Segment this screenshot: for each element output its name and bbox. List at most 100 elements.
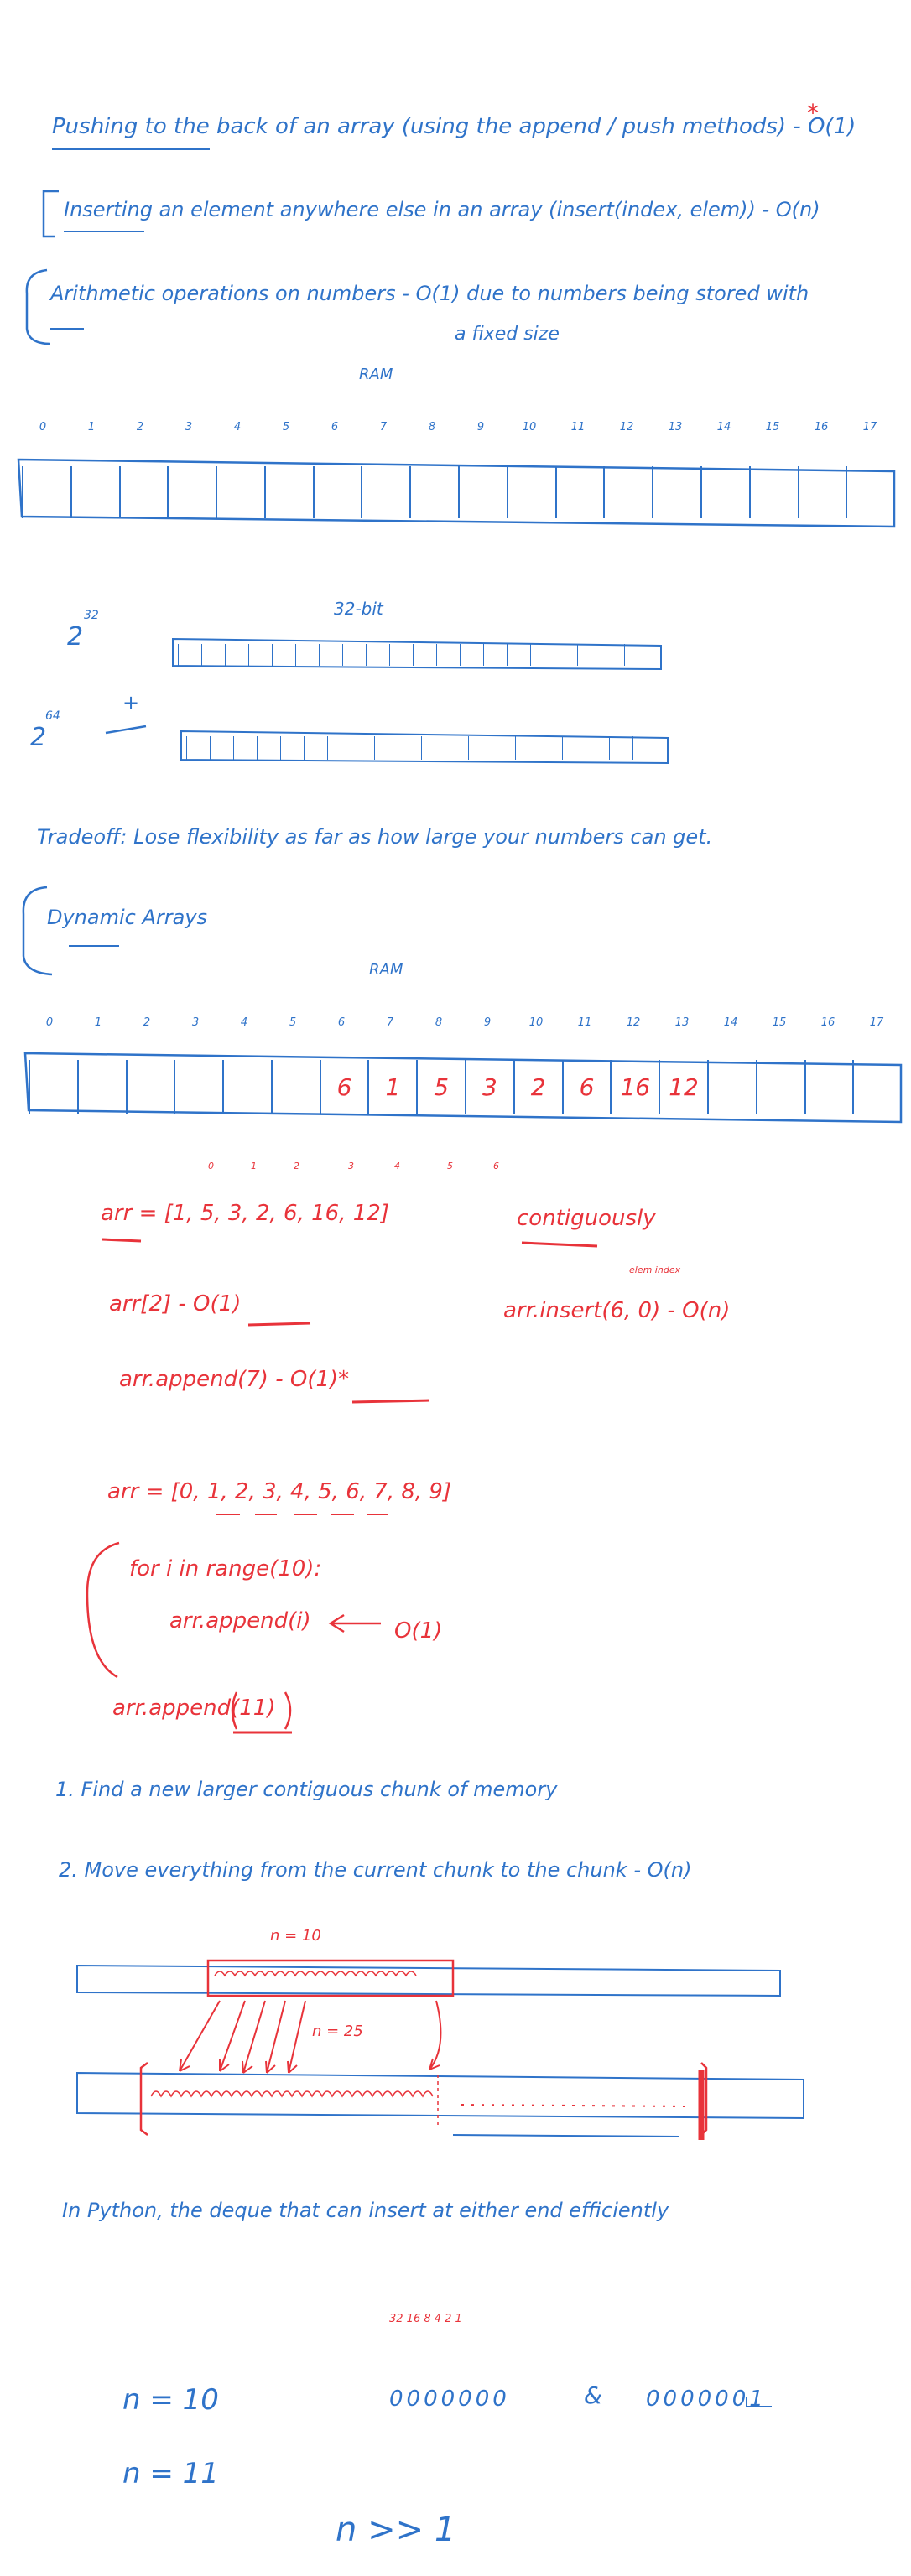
bit-cell xyxy=(492,736,515,760)
step-1: 1. Find a new larger contiguous chunk of… xyxy=(55,1778,558,1801)
chunk-n25: n = 25 xyxy=(312,2023,363,2040)
bit-cell xyxy=(554,644,577,666)
ram-index: 1 xyxy=(94,1016,102,1029)
ram-index: 9 xyxy=(476,421,485,434)
bit-cell xyxy=(530,644,554,666)
bit-label: 32-bit xyxy=(334,599,383,619)
arr-append7: arr.append(7) - O(1)* xyxy=(119,1367,350,1392)
bit-cell xyxy=(445,736,468,760)
ram-index: 14 xyxy=(716,421,731,434)
memory-cell xyxy=(361,466,409,518)
memory-cell xyxy=(222,1060,271,1114)
ram1-cells xyxy=(22,466,894,518)
arr-access: arr[2] - O(1) xyxy=(109,1291,242,1317)
bit64-cells xyxy=(186,736,656,760)
ram1-index-row: 0 1 2 3 4 5 6 7 8 9 10 11 12 13 14 15 16 17 xyxy=(18,421,894,434)
loop-cost: O(1) xyxy=(394,1618,443,1644)
memory-cell xyxy=(76,1060,126,1114)
arr-insert: arr.insert(6, 0) - O(n) xyxy=(503,1298,731,1323)
ram-index: 7 xyxy=(379,421,388,434)
memory-cell xyxy=(270,1060,320,1114)
ram-index: 12 xyxy=(619,421,634,434)
o1-underline xyxy=(247,1322,311,1327)
chunk-new-fill xyxy=(150,2090,434,2098)
bit-cell xyxy=(436,644,460,666)
ram-index: 15 xyxy=(765,421,780,434)
ram-index: 4 xyxy=(233,421,242,434)
memory-cell: 6 xyxy=(561,1060,611,1114)
bit-cell xyxy=(327,736,351,760)
bit-cell xyxy=(632,736,656,760)
drawing-canvas xyxy=(17,148,903,2407)
ram-index: 17 xyxy=(862,421,877,434)
bit-cell xyxy=(186,736,210,760)
bit-cell xyxy=(374,736,398,760)
exp-64-sup: 64 xyxy=(45,709,60,723)
memory-cell: 12 xyxy=(659,1060,707,1114)
arr-range: arr = [0, 1, 2, 3, 4, 5, 6, 7, 8, 9] xyxy=(107,1479,452,1504)
memory-cell xyxy=(797,466,846,518)
ram-index: 6 xyxy=(337,1016,346,1029)
ram-index: 3 xyxy=(191,1016,200,1029)
ram-index: 3 xyxy=(185,421,193,434)
place-values: 32 16 8 4 2 1 xyxy=(389,2313,462,2325)
memory-cell xyxy=(263,466,313,518)
exp-64-base: 2 xyxy=(30,723,47,752)
bit-cell xyxy=(389,644,413,666)
memory-cell xyxy=(755,1060,804,1114)
ram-index: 5 xyxy=(282,421,290,434)
bit-cell xyxy=(366,644,389,666)
bit32-cells xyxy=(178,644,648,666)
memory-cell: 5 xyxy=(416,1060,465,1114)
memory-cell xyxy=(458,466,507,518)
insert-labels: elem index xyxy=(629,1265,681,1275)
binary-one: 0000001 xyxy=(646,2386,767,2412)
bit-cell xyxy=(577,644,601,666)
contiguously: contiguously xyxy=(517,1206,656,1231)
bit-cell xyxy=(272,644,295,666)
memory-cell xyxy=(216,466,264,518)
ram-index: 16 xyxy=(820,1016,836,1029)
ram-index: 10 xyxy=(528,1016,544,1029)
ram-index: 15 xyxy=(772,1016,787,1029)
memory-cell xyxy=(29,1060,77,1114)
insert-bracket xyxy=(42,190,59,238)
exp-32-sup: 32 xyxy=(84,609,99,622)
o1star-underline xyxy=(351,1399,430,1404)
memory-cell: 3 xyxy=(465,1060,513,1114)
note-push-back: Pushing to the back of an array (using t… xyxy=(52,114,856,139)
memory-cell xyxy=(603,466,652,518)
memory-cell xyxy=(174,1060,222,1114)
exp-32-base: 2 xyxy=(67,622,84,652)
ram-index: 14 xyxy=(723,1016,738,1029)
chunk-blue-under xyxy=(452,2134,680,2137)
memory-cell xyxy=(167,466,216,518)
ram-index: 2 xyxy=(136,421,144,434)
chunk-current-fill xyxy=(214,1971,417,1977)
bit64-line xyxy=(105,724,147,735)
bit-cell xyxy=(609,736,632,760)
chunk-tape-bottom xyxy=(76,2071,804,2120)
dynamic-bracket xyxy=(22,886,53,976)
ram-index: 1 xyxy=(87,421,96,434)
ram-index: 11 xyxy=(570,421,586,434)
arr-index: 2 xyxy=(294,1161,299,1171)
ram-index: 11 xyxy=(577,1016,592,1029)
bit-cell xyxy=(319,644,342,666)
memory-cell xyxy=(409,466,458,518)
bit-cell xyxy=(233,736,257,760)
bit-cell xyxy=(351,736,374,760)
ram-index: 4 xyxy=(240,1016,248,1029)
asterisk: * xyxy=(807,99,819,127)
memory-cell: 2 xyxy=(513,1060,562,1114)
ram-index: 16 xyxy=(814,421,829,434)
bit-cell xyxy=(539,736,562,760)
ram-index: 0 xyxy=(45,1016,54,1029)
arr-underline xyxy=(102,1238,142,1243)
memory-cell xyxy=(312,466,362,518)
bit-cell xyxy=(248,644,272,666)
binary-n11: n = 11 xyxy=(122,2457,219,2490)
ram2-label: RAM xyxy=(369,961,403,979)
loop-bracket xyxy=(86,1541,120,1679)
bit-cell xyxy=(562,736,586,760)
